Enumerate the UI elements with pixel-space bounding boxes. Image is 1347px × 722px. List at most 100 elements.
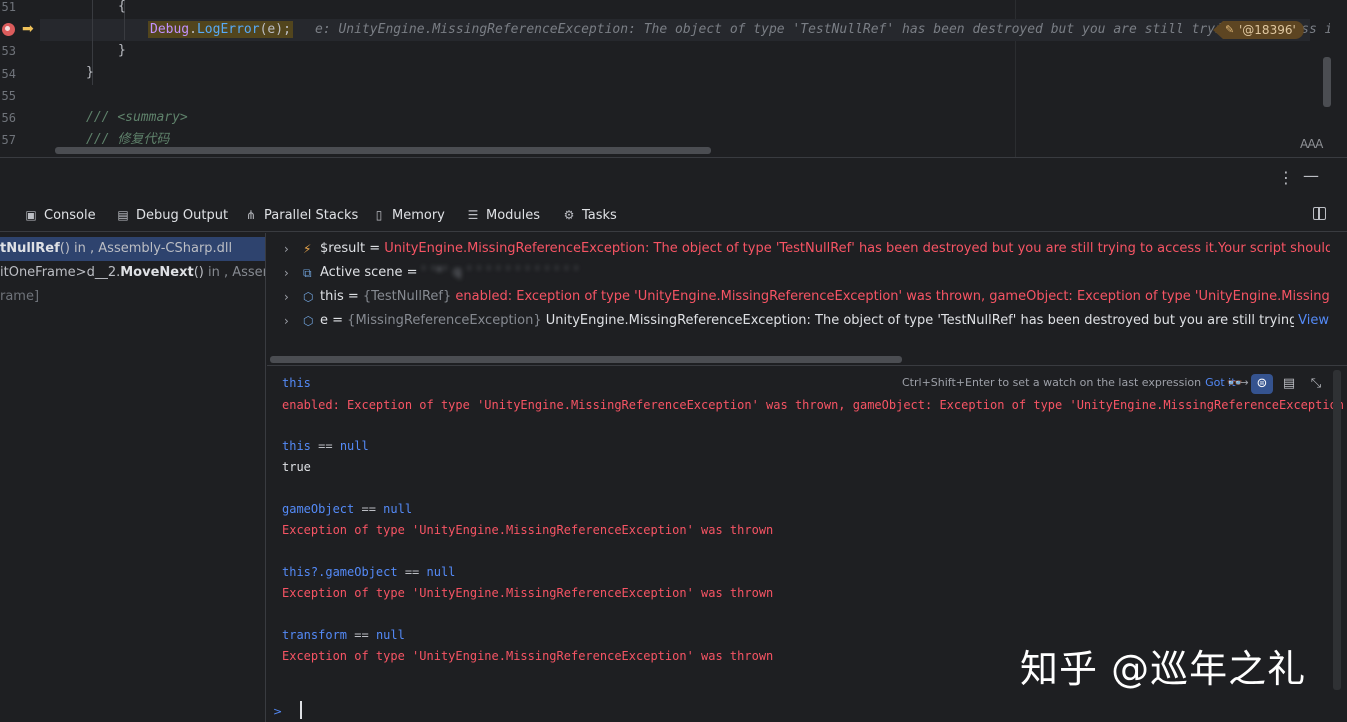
variables-panel[interactable]: › ⚡ $result = UnityEngine.MissingReferen… <box>267 233 1347 366</box>
watermark: 知乎 @巡年之礼 <box>1020 647 1307 691</box>
variable-name: Active scene <box>320 265 403 280</box>
expression-text: gameObject <box>282 502 355 516</box>
current-statement-highlight: Debug.LogError(e); <box>148 21 293 38</box>
watch-hint: Ctrl+Shift+Enter to set a watch on the l… <box>902 376 1249 389</box>
expression-text: null <box>375 628 405 642</box>
expand-chevron-icon[interactable]: › <box>284 285 289 309</box>
object-icon: ⬡ <box>303 314 314 328</box>
expression-operator: == <box>354 502 384 516</box>
variable-eq: = <box>402 265 422 280</box>
font-size-icon[interactable]: AAA <box>1300 137 1323 151</box>
debug-panel-header: ⋮ — <box>0 157 1347 199</box>
tab-memory[interactable]: ▯ Memory <box>372 199 445 232</box>
object-id-icon: ✎ <box>1225 23 1235 36</box>
modules-icon: ☰ <box>467 208 479 222</box>
tab-debug-output[interactable]: ▤ Debug Output <box>116 199 228 232</box>
tasks-icon: ⚙ <box>563 208 575 222</box>
editor-vertical-scrollbar[interactable] <box>1323 57 1331 107</box>
more-options-icon[interactable]: ⋮ <box>1278 168 1294 187</box>
expand-icon[interactable]: ⤡ <box>1305 374 1327 394</box>
tab-modules[interactable]: ☰ Modules <box>466 199 540 232</box>
frames-list[interactable]: tNullRef() in , Assembly-CSharp.dll itOn… <box>0 233 266 722</box>
frame-parens: () <box>193 265 204 280</box>
object-icon: ⬡ <box>303 290 314 304</box>
expression-operator: == <box>310 439 340 453</box>
line-number: 51 <box>1 0 16 14</box>
variable-row[interactable]: › ⬡ e = {MissingReferenceException} Unit… <box>267 309 1347 333</box>
expression-operator: == <box>397 565 427 579</box>
variable-row[interactable]: › ⧉ Active scene = ' '*' q ' ' ' ' ' ' '… <box>267 261 1347 285</box>
variable-value: enabled: Exception of type 'UnityEngine.… <box>455 289 1330 304</box>
variable-name: e <box>320 313 328 328</box>
frame-location: in , Assembly-C <box>207 265 265 280</box>
editor-horizontal-scrollbar[interactable] <box>55 147 711 154</box>
expand-chevron-icon[interactable]: › <box>284 237 289 261</box>
expression-operator: == <box>347 628 376 642</box>
frame-item[interactable]: tNullRef() in , Assembly-CSharp.dll <box>0 237 265 261</box>
parallel-stacks-icon: ⋔ <box>245 208 257 222</box>
variable-value: UnityEngine.MissingReferenceException: T… <box>545 313 1295 328</box>
frame-item[interactable]: rame] <box>0 285 265 309</box>
expression-text: null <box>339 439 369 453</box>
variable-name: $result <box>320 241 366 256</box>
tab-parallel-stacks[interactable]: ⋔ Parallel Stacks <box>244 199 358 232</box>
expression-text: null <box>383 502 413 516</box>
line-number: 53 <box>1 44 16 58</box>
line-number: 54 <box>1 67 16 81</box>
frame-item[interactable]: itOneFrame>d__2.MoveNext() in , Assembly… <box>0 261 265 285</box>
view-link[interactable]: View <box>1294 309 1329 333</box>
code-line[interactable]: } <box>118 40 126 62</box>
execution-pointer-icon: ➡ <box>22 21 34 37</box>
console-expression: gameObject == null <box>282 500 412 518</box>
object-id-badge[interactable]: ✎ '@18396' <box>1213 21 1304 39</box>
tab-tasks[interactable]: ⚙ Tasks <box>562 199 617 232</box>
code-line[interactable]: { <box>118 0 126 18</box>
glasses-icon[interactable]: 👓 <box>1224 374 1246 394</box>
console-result: enabled: Exception of type 'UnityEngine.… <box>282 398 1347 412</box>
expand-chevron-icon[interactable]: › <box>284 309 289 333</box>
tab-label: Memory <box>392 208 445 223</box>
scene-icon: ⧉ <box>303 266 312 280</box>
frame-location: in , Assembly-CSharp.dll <box>69 241 233 256</box>
layout-toggle-icon[interactable] <box>1313 207 1326 220</box>
inline-watch-icon[interactable]: ⊜ <box>1251 374 1273 394</box>
console-result: Exception of type 'UnityEngine.MissingRe… <box>282 649 774 663</box>
breakpoint-icon[interactable] <box>2 23 15 36</box>
tab-label: Debug Output <box>136 208 229 223</box>
variables-horizontal-scrollbar[interactable] <box>270 356 902 363</box>
code-token: } <box>118 43 126 58</box>
console-result: Exception of type 'UnityEngine.MissingRe… <box>282 586 774 600</box>
code-line[interactable]: } <box>86 62 94 84</box>
variable-row[interactable]: › ⬡ this = {TestNullRef} enabled: Except… <box>267 285 1347 309</box>
code-line[interactable]: /// <summary> <box>86 107 188 129</box>
code-token: . <box>189 22 197 37</box>
result-icon: ⚡ <box>303 242 312 256</box>
code-token: LogError <box>196 22 260 37</box>
console-expression: this?.gameObject == null <box>282 563 455 581</box>
expand-chevron-icon[interactable]: › <box>284 261 289 285</box>
code-token: /// <box>86 110 118 125</box>
expression-text: this <box>282 376 311 390</box>
watch-hint-text: Ctrl+Shift+Enter to set a watch on the l… <box>902 376 1202 389</box>
code-token: 修复代码 <box>117 132 170 147</box>
minimize-icon[interactable]: — <box>1303 166 1319 185</box>
current-statement[interactable]: Debug.LogError(e); <box>148 19 293 41</box>
object-id-text: '@18396' <box>1239 23 1296 37</box>
memory-icon: ▯ <box>375 208 383 222</box>
variable-value: UnityEngine.MissingReferenceException: T… <box>384 241 1330 256</box>
variable-row[interactable]: › ⚡ $result = UnityEngine.MissingReferen… <box>267 237 1347 261</box>
console-input-caret[interactable] <box>300 701 302 719</box>
variable-eq: = <box>365 241 385 256</box>
expression-text: null <box>426 565 456 579</box>
console-expression: transform == null <box>282 626 405 644</box>
variable-eq: = <box>328 313 348 328</box>
inline-value-hint: e: UnityEngine.MissingReferenceException… <box>315 22 1330 37</box>
tab-console[interactable]: ▣ Console <box>24 199 96 232</box>
code-token: Debug <box>150 22 190 37</box>
history-icon[interactable]: ▤ <box>1278 374 1300 394</box>
tab-label: Console <box>44 208 96 223</box>
code-editor[interactable]: 51 53 54 55 56 57 ➡ { Debug.LogError(e);… <box>0 0 1347 157</box>
code-token: (e); <box>259 22 291 37</box>
variable-type: {MissingReferenceException} <box>347 313 546 328</box>
console-vertical-scrollbar[interactable] <box>1333 370 1341 690</box>
